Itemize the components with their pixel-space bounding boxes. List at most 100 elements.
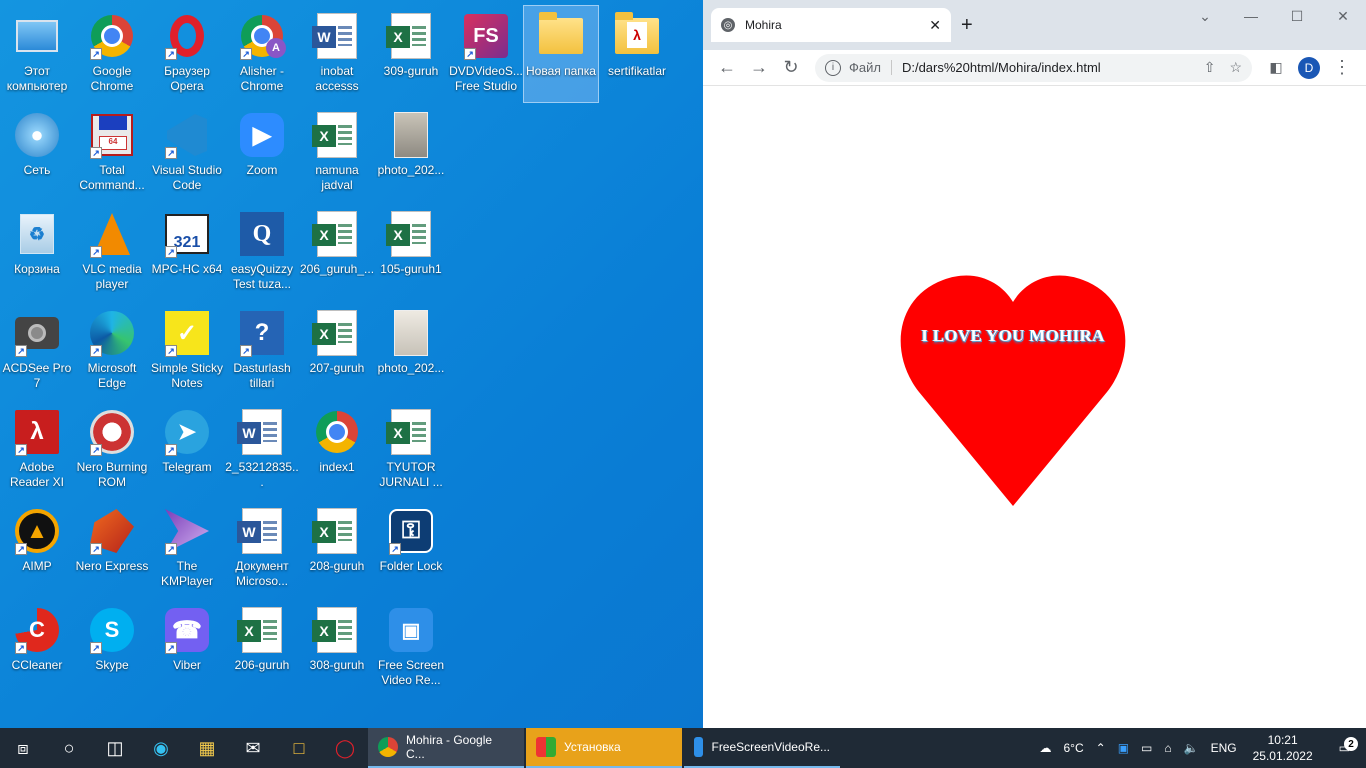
weather-temp[interactable]: 6°C [1057,741,1089,755]
word-document-icon: W [237,507,286,555]
forward-button[interactable]: → [743,54,775,82]
desktop-icon-edge[interactable]: ↗ Microsoft Edge [75,303,149,399]
desktop-icon-word-doc-microsoft[interactable]: W Документ Microso... [225,501,299,597]
icon-label: Viber [173,658,201,672]
icon-label: The KMPlayer [160,559,213,588]
address-url[interactable]: D:/dars%20html/Mohira/index.html [902,60,1190,75]
notifications-icon[interactable]: ▭ 2 [1323,737,1366,755]
desktop-icon-new-folder[interactable]: Новая папка [523,5,599,103]
show-hidden-icons-chevron-icon[interactable]: ⌃ [1090,741,1112,755]
desktop-icon-dvdvideosoft[interactable]: FS ↗ DVDVideoS... Free Studio [449,6,523,102]
desktop-icon-word-doc-2[interactable]: W 2_53212835... [225,402,299,498]
close-window-button[interactable]: ✕ [1320,0,1366,32]
language-indicator[interactable]: ENG [1205,741,1243,755]
desktop-icon-sertifikatlar[interactable]: λ sertifikatlar [600,6,674,102]
volume-icon[interactable]: 🔈 [1178,741,1205,755]
icon-label: Корзина [14,262,60,276]
desktop-icon-easyquizzy[interactable]: Q easyQuizzy Test tuza... [225,204,299,300]
tab-search-chevron-icon[interactable]: ⌄ [1182,0,1228,32]
desktop-icon-105-guruh1[interactable]: X 105-guruh1 [374,204,448,300]
system-tray: ☁ 6°C ⌃ ▣ ▭ ⌂ 🔈 ENG 10:21 25.01.2022 ▭ 2 [1033,728,1366,768]
close-tab-icon[interactable]: ✕ [929,17,941,34]
desktop-icon-kmplayer[interactable]: ↗ The KMPlayer [150,501,224,597]
desktop-icon-google-chrome[interactable]: ↗ Google Chrome [75,6,149,102]
tray-app-icon[interactable]: ▣ [1112,741,1135,755]
desktop-icon-206-guruh[interactable]: X 206-guruh [225,600,299,696]
desktop-icon-309-guruh[interactable]: X 309-guruh [374,6,448,102]
taskbar-app-freescreenvideo[interactable]: FreeScreenVideoRe... [684,728,840,768]
desktop-icon-photo-1[interactable]: photo_202... [374,105,448,201]
mail-icon[interactable]: ✉ [230,728,276,768]
desktop-icon-namuna-jadval[interactable]: X namuna jadval [300,105,374,201]
tab-strip: ◎ Mohira ✕ + ⌄ — ☐ ✕ [703,0,1366,50]
desktop-icon-nero-burning[interactable]: ↗ Nero Burning ROM [75,402,149,498]
desktop-icon-free-screen-video[interactable]: ▣ Free Screen Video Re... [374,600,448,696]
bookmark-star-icon[interactable]: ☆ [1229,59,1242,76]
opera-taskbar-icon[interactable]: ◯ [322,728,368,768]
reload-button[interactable]: ↻ [775,54,807,82]
address-bar[interactable]: i Файл D:/dars%20html/Mohira/index.html … [815,53,1252,82]
computer-icon [13,12,61,60]
desktop-icon-zoom[interactable]: ▶ Zoom [225,105,299,201]
minimize-button[interactable]: — [1228,0,1274,32]
desktop-icon-alisher-chrome[interactable]: A ↗ Alisher - Chrome [225,6,299,102]
new-tab-button[interactable]: + [961,14,973,37]
desktop-icon-viber[interactable]: ☎ ↗ Viber [150,600,224,696]
desktop-icon-tyutor-jurnali[interactable]: X TYUTOR JURNALI ... [374,402,448,498]
wifi-icon[interactable]: ⌂ [1158,741,1177,755]
ccleaner-icon: C ↗ [13,606,61,654]
desktop-icon-207-guruh[interactable]: X 207-guruh [300,303,374,399]
task-view-icon[interactable]: ◫ [92,728,138,768]
desktop-icon-adobe-reader[interactable]: λ ↗ Adobe Reader XI [0,402,74,498]
menu-kebab-icon[interactable]: ⋮ [1326,54,1358,82]
desktop-icon-206-guruh-file[interactable]: X 206_guruh_... [300,204,374,300]
desktop-icon-sticky-notes[interactable]: ✓ ↗ Simple Sticky Notes [150,303,224,399]
desktop-icon-inobat-access[interactable]: W inobat accesss [300,6,374,102]
icon-label: CCleaner [11,658,63,672]
desktop-icon-opera[interactable]: ↗ Браузер Opera [150,6,224,102]
desktop-icon-skype[interactable]: S ↗ Skype [75,600,149,696]
desktop-icon-total-commander[interactable]: 64 ↗ Total Command... [75,105,149,201]
info-icon[interactable]: i [825,59,841,76]
desktop-icon-308-guruh[interactable]: X 308-guruh [300,600,374,696]
share-icon[interactable]: ⇧ [1204,59,1216,76]
profile-avatar[interactable]: D [1298,56,1320,79]
file-explorer-icon[interactable]: □ [276,728,322,768]
desktop-icon-vscode[interactable]: ↗ Visual Studio Code [150,105,224,201]
desktop-icon-mpc-hc[interactable]: 321 ↗ MPC-HC x64 [150,204,224,300]
desktop-icon-this-pc[interactable]: Этот компьютер [0,6,74,102]
maximize-button[interactable]: ☐ [1274,0,1320,32]
back-button[interactable]: ← [711,54,743,82]
weather-icon[interactable]: ☁ [1033,741,1057,755]
viber-icon: ☎ ↗ [163,606,211,654]
desktop-icon-telegram[interactable]: ➤ ↗ Telegram [150,402,224,498]
desktop-icon-dasturlash-tillari[interactable]: ? ↗ Dasturlash tillari [225,303,299,399]
taskbar-app-chrome[interactable]: Mohira - Google C... [368,728,524,768]
edge-taskbar-icon[interactable]: ◉ [138,728,184,768]
desktop-icon-208-guruh[interactable]: X 208-guruh [300,501,374,597]
clock[interactable]: 10:21 25.01.2022 [1243,732,1323,764]
battery-icon[interactable]: ▭ [1135,741,1158,755]
store-icon[interactable]: ▦ [184,728,230,768]
desktop-icon-ccleaner[interactable]: C ↗ CCleaner [0,600,74,696]
taskbar-app-installer[interactable]: Установка [526,728,682,768]
desktop-icon-folder-lock[interactable]: ⚿ ↗ Folder Lock [374,501,448,597]
aimp-icon: ▲ ↗ [13,507,61,555]
browser-tab-active[interactable]: ◎ Mohira ✕ [711,8,951,42]
search-circle-icon[interactable]: ○ [46,728,92,768]
desktop-icon-aimp[interactable]: ▲ ↗ AIMP [0,501,74,597]
desktop-icon-recycle-bin[interactable]: ♻ Корзина [0,204,74,300]
desktop-icon-nero-express[interactable]: ↗ Nero Express [75,501,149,597]
excel-spreadsheet-icon: X [386,210,435,258]
side-panel-icon[interactable]: ◧ [1260,54,1292,82]
chrome-icon [378,737,398,757]
adobe-reader-icon: λ ↗ [13,408,61,456]
desktop-icon-index1[interactable]: index1 [300,402,374,498]
desktop-icon-acdsee[interactable]: ↗ ACDSee Pro 7 [0,303,74,399]
desktop-icon-vlc[interactable]: ↗ VLC media player [75,204,149,300]
skype-icon: S ↗ [88,606,136,654]
desktop-icon-network[interactable]: ● Сеть [0,105,74,201]
tab-title: Mohira [745,18,782,32]
windows-start-icon[interactable]: ⧈ [0,728,46,768]
desktop-icon-photo-2[interactable]: photo_202... [374,303,448,399]
